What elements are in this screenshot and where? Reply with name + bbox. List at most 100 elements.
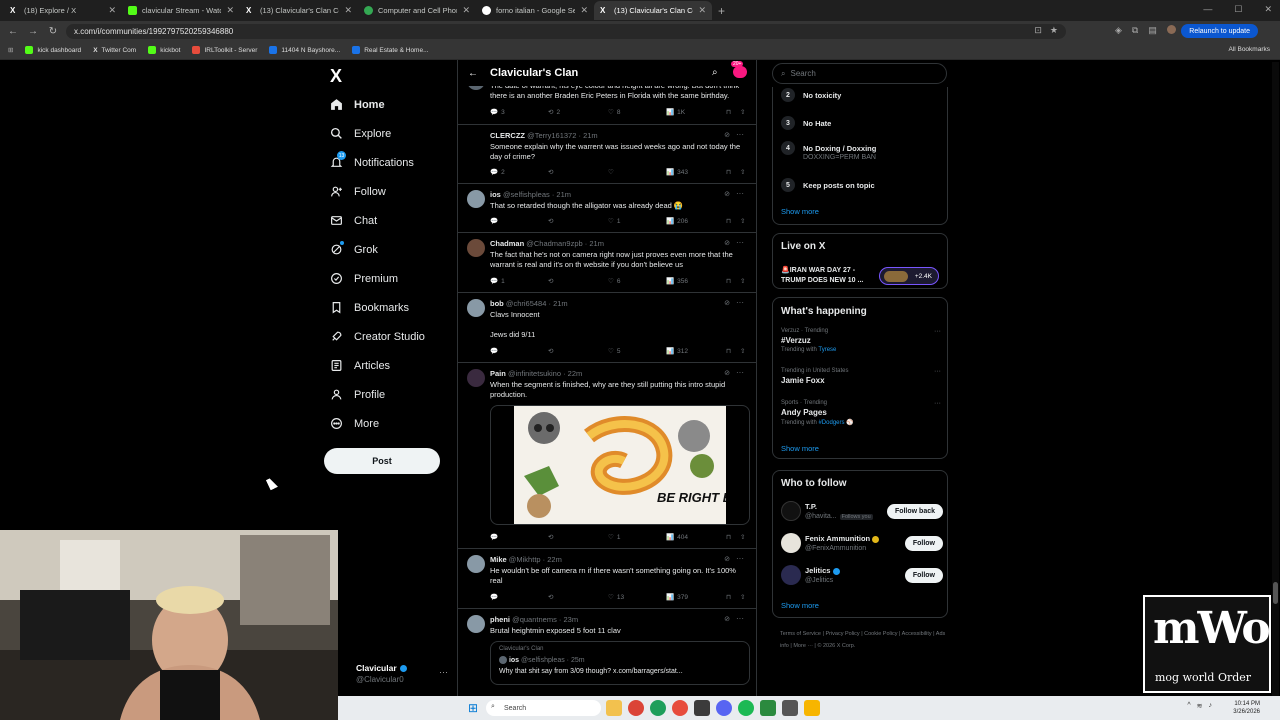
reply-button[interactable]: 💬 2 bbox=[490, 168, 505, 177]
sidebar-icon[interactable]: ▤ bbox=[1148, 25, 1157, 36]
x-logo[interactable]: X bbox=[330, 66, 342, 87]
trend-item[interactable]: Sports · Trending Andy Pages Trending with… bbox=[781, 400, 941, 426]
more-icon[interactable]: ··· bbox=[736, 368, 744, 377]
search-input[interactable]: ⌕ Search bbox=[772, 63, 947, 84]
nav-grok[interactable]: Grok bbox=[330, 241, 378, 256]
app-icon[interactable] bbox=[694, 700, 710, 716]
views-count[interactable]: 📊 356 bbox=[666, 277, 688, 286]
grok-icon[interactable]: ⊘ bbox=[724, 299, 730, 307]
browser-tab[interactable]: clavicular Stream - Watch Live o✕ bbox=[122, 1, 240, 20]
nav-profile[interactable]: Profile bbox=[330, 388, 385, 401]
discord-icon[interactable] bbox=[716, 700, 732, 716]
avatar[interactable] bbox=[467, 555, 485, 573]
taskbar-search[interactable]: ⌕ Search bbox=[486, 700, 601, 716]
show-more-link[interactable]: Show more bbox=[781, 444, 819, 453]
share-icon[interactable]: ⇧ bbox=[740, 108, 745, 116]
wifi-icon[interactable]: ≋ bbox=[1197, 702, 1203, 710]
avatar[interactable] bbox=[467, 615, 485, 633]
follow-back-button[interactable]: Follow back bbox=[886, 504, 943, 519]
nav-bookmarks[interactable]: Bookmarks bbox=[330, 301, 409, 314]
show-more-link[interactable]: Show more bbox=[781, 207, 819, 216]
like-button[interactable]: ♡ 6 bbox=[608, 277, 620, 286]
more-icon[interactable]: ··· bbox=[439, 667, 448, 677]
avatar[interactable] bbox=[467, 369, 485, 387]
maximize-icon[interactable]: ☐ bbox=[1234, 4, 1242, 15]
close-icon[interactable]: ✕ bbox=[462, 5, 470, 16]
repost-button[interactable]: ⟲ 2 bbox=[548, 108, 560, 117]
close-window-icon[interactable]: ✕ bbox=[1264, 4, 1272, 15]
search-icon[interactable]: ⌕ bbox=[712, 67, 718, 78]
install-icon[interactable]: ⊡ bbox=[1034, 25, 1042, 36]
repost-button[interactable]: ⟲ bbox=[548, 533, 553, 541]
tweet[interactable]: ios @selfishpleas · 21m ⊘ ··· That so ret… bbox=[458, 184, 756, 233]
browser-tab[interactable]: X(13) Clavicular's Clan Communi✕ bbox=[240, 1, 358, 20]
avatar[interactable] bbox=[467, 239, 485, 257]
more-icon[interactable]: ··· bbox=[934, 368, 941, 375]
browser-tab[interactable]: forno italian - Google Search✕ bbox=[476, 1, 594, 20]
reply-button[interactable]: 💬 bbox=[490, 533, 498, 541]
bookmark-icon[interactable]: ⊓ bbox=[726, 593, 731, 601]
share-icon[interactable]: ⇧ bbox=[740, 168, 745, 176]
grok-icon[interactable]: ⊘ bbox=[724, 239, 730, 247]
share-icon[interactable]: ⇧ bbox=[740, 593, 745, 601]
share-icon[interactable]: ⇧ bbox=[740, 533, 745, 541]
follow-suggestion[interactable]: Jelitics @Jelitics Follow bbox=[781, 565, 943, 587]
follow-suggestion[interactable]: T.P. @havita... Follows you Follow back bbox=[781, 501, 943, 523]
app-icon[interactable] bbox=[760, 700, 776, 716]
bookmark-icon[interactable]: ⊓ bbox=[726, 347, 731, 355]
browser-tab[interactable]: Computer and Cell Phone Store✕ bbox=[358, 1, 476, 20]
nav-chat[interactable]: Chat bbox=[330, 214, 377, 227]
chrome-icon[interactable] bbox=[628, 700, 644, 716]
minimize-icon[interactable]: — bbox=[1203, 4, 1212, 15]
grok-icon[interactable]: ⊘ bbox=[724, 190, 730, 198]
bookmark-item[interactable]: 11404 N Bayshore... bbox=[269, 46, 340, 54]
follow-button[interactable]: Follow bbox=[904, 568, 943, 583]
like-button[interactable]: ♡ 1 bbox=[608, 217, 620, 226]
quoted-tweet[interactable]: Clavicular's Clan ios @selfishpleas · 25… bbox=[490, 641, 750, 685]
edge-icon[interactable] bbox=[650, 700, 666, 716]
tweet[interactable]: Pain @infinitetsukino · 22m ⊘ ··· When th… bbox=[458, 363, 756, 549]
views-count[interactable]: 📊 206 bbox=[666, 217, 688, 226]
app-icon[interactable] bbox=[782, 700, 798, 716]
tweet[interactable]: Mike @Mikhttp · 22m ⊘ ··· He wouldn't be … bbox=[458, 549, 756, 609]
bookmark-icon[interactable]: ⊓ bbox=[726, 168, 731, 176]
share-icon[interactable]: ⇧ bbox=[740, 347, 745, 355]
clock[interactable]: 10:14 PM 3/26/2026 bbox=[1233, 700, 1260, 716]
more-icon[interactable]: ··· bbox=[736, 130, 744, 139]
repost-button[interactable]: ⟲ bbox=[548, 168, 553, 176]
account-switcher[interactable]: Clavicular @Clavicular0 ··· bbox=[356, 660, 456, 690]
apps-icon[interactable]: ⊞ bbox=[8, 46, 13, 54]
bookmark-item[interactable]: kick dashboard bbox=[25, 46, 81, 54]
reply-button[interactable]: 💬 1 bbox=[490, 277, 505, 286]
tweet[interactable]: bob @chri65484 · 21m ⊘ ··· Clavs Innocent… bbox=[458, 293, 756, 363]
app-icon[interactable] bbox=[804, 700, 820, 716]
follow-button[interactable]: Follow bbox=[904, 536, 943, 551]
nav-explore[interactable]: Explore bbox=[330, 127, 391, 140]
bookmark-icon[interactable]: ⊓ bbox=[726, 108, 731, 116]
bookmark-icon[interactable]: ⊓ bbox=[726, 533, 731, 541]
trend-item[interactable]: Verzuz · Trending #Verzuz Trending with Ty… bbox=[781, 328, 941, 353]
repost-button[interactable]: ⟲ bbox=[548, 347, 553, 355]
scrollbar-thumb[interactable] bbox=[1273, 582, 1278, 604]
more-icon[interactable]: ··· bbox=[736, 554, 744, 563]
close-icon[interactable]: ✕ bbox=[344, 5, 352, 16]
bookmark-icon[interactable]: ⊓ bbox=[726, 277, 731, 285]
grok-icon[interactable]: ⊘ bbox=[724, 131, 730, 139]
close-icon[interactable]: ✕ bbox=[108, 5, 116, 16]
show-more-link[interactable]: Show more bbox=[781, 601, 819, 610]
nav-creator-studio[interactable]: Creator Studio bbox=[330, 330, 425, 343]
views-count[interactable]: 📊 312 bbox=[666, 347, 688, 356]
like-button[interactable]: ♡ 5 bbox=[608, 347, 620, 356]
new-tab-button[interactable]: + bbox=[718, 4, 725, 18]
nav-home[interactable]: Home bbox=[330, 98, 385, 111]
repost-button[interactable]: ⟲ bbox=[548, 217, 553, 225]
more-icon[interactable]: ··· bbox=[736, 614, 744, 623]
trend-item[interactable]: Trending in United States Jamie Foxx ··· bbox=[781, 368, 941, 385]
bookmark-item[interactable]: X Twitter Com bbox=[93, 47, 136, 54]
bookmark-item[interactable]: IRLToolkit - Server bbox=[192, 46, 257, 54]
back-arrow-icon[interactable]: ← bbox=[468, 68, 478, 79]
extension-icon[interactable]: ◈ bbox=[1115, 25, 1122, 36]
bookmark-item[interactable]: kickbot bbox=[148, 46, 180, 54]
url-field[interactable]: x.com/i/communities/1992797520259346880 … bbox=[66, 23, 1066, 39]
windows-start-icon[interactable]: ⊞ bbox=[468, 701, 478, 715]
